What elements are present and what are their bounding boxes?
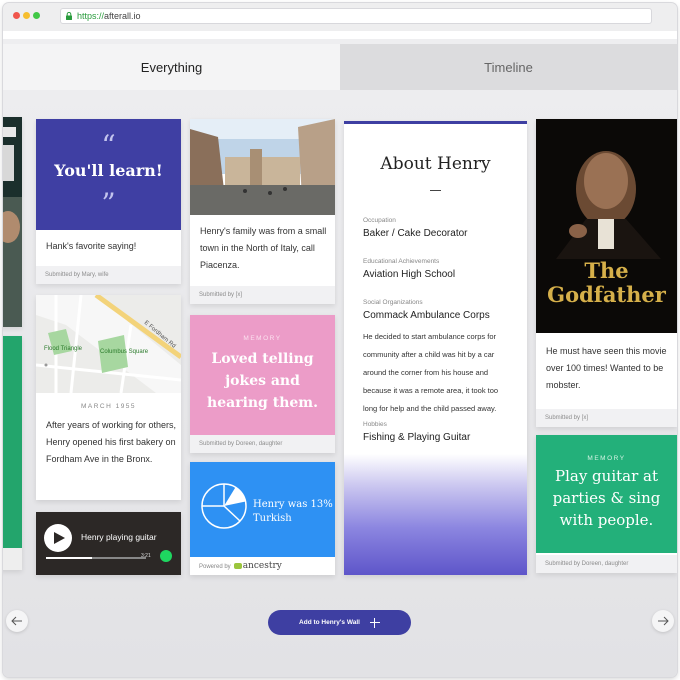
tab-timeline[interactable]: Timeline — [340, 44, 677, 90]
spotify-logo-icon — [160, 550, 172, 562]
movie-card[interactable]: The Godfather He must have seen this mov… — [536, 119, 677, 427]
memory-text: Loved telling jokes and hearing them. — [207, 351, 318, 411]
partial-card-footer — [3, 548, 22, 570]
play-icon — [54, 532, 65, 544]
progress-fill — [46, 557, 92, 559]
photo-memory-card[interactable]: Henry's family was from a small town in … — [190, 119, 335, 304]
open-quote-icon: “ — [101, 129, 116, 162]
submitted-by: Submitted by [x] — [190, 286, 335, 304]
map-label-columbus: Columbus Square — [100, 349, 149, 355]
hobbies-value: Fishing & Playing Guitar — [363, 432, 471, 443]
ancestry-text: Henry was 13% Turkish — [253, 499, 333, 524]
memory-panel: MEMORY Loved telling jokes and hearing t… — [190, 315, 335, 435]
about-story: He decided to start ambulance corps for … — [363, 332, 499, 413]
memory-label: MEMORY — [243, 335, 282, 342]
spotify-card[interactable]: Henry playing guitar 3:21 — [36, 512, 181, 575]
map-label-flood: Flood Triangle — [44, 346, 83, 352]
photo-caption: Henry's family was from a small town in … — [200, 226, 327, 270]
memory-label: MEMORY — [587, 455, 626, 462]
about-card[interactable]: About Henry Occupation Baker / Cake Deco… — [344, 121, 527, 575]
plus-icon — [369, 617, 380, 628]
map-labels: Flood Triangle Columbus Square E Fordham… — [44, 320, 177, 355]
add-to-wall-button[interactable]: Add to Henry's Wall — [268, 610, 411, 635]
track-title: Henry playing guitar — [81, 532, 157, 542]
browser-window: https://afterall.io Everything Timeline … — [3, 3, 677, 677]
occupation-value: Baker / Cake Decorator — [363, 228, 468, 239]
ancestry-pie-slice — [224, 487, 246, 506]
memory-text: After years of working for others, Henry… — [46, 420, 177, 464]
browser-chrome: https://afterall.io — [3, 3, 677, 31]
quote-text: You'll learn! — [54, 161, 163, 180]
title-divider — [430, 190, 441, 191]
url-host: afterall.io — [104, 11, 141, 21]
watercolor-decoration — [344, 454, 527, 575]
powered-by-label: Powered by — [199, 564, 231, 570]
occupation-label: Occupation — [363, 217, 396, 224]
previous-button[interactable] — [6, 610, 28, 632]
ancestry-leaf-icon — [233, 563, 242, 570]
map-label-fordham: E Fordham Rd — [143, 320, 177, 350]
minimize-window-button[interactable] — [23, 12, 30, 19]
piacenza-photo — [190, 119, 335, 215]
address-bar[interactable]: https://afterall.io — [60, 8, 652, 24]
map-memory-card[interactable]: Flood Triangle Columbus Square E Fordham… — [36, 295, 181, 500]
maximize-window-button[interactable] — [33, 12, 40, 19]
about-title: About Henry — [380, 154, 491, 174]
memory-panel: MEMORY Play guitar at parties & sing wit… — [536, 435, 677, 553]
chrome-divider — [3, 31, 677, 39]
quote-panel: “ You'll learn! ” — [36, 119, 181, 230]
ancestry-pie-chart — [201, 483, 247, 529]
quote-caption: Hank's favorite saying! — [46, 241, 137, 251]
partial-movie-card[interactable] — [3, 117, 22, 327]
ancestry-panel: Henry was 13% Turkish — [190, 462, 335, 557]
memory-text: Play guitar at parties & sing with peopl… — [552, 467, 661, 529]
submitted-by: Submitted by Doreen, daughter — [536, 555, 677, 573]
quote-card[interactable]: “ You'll learn! ” Hank's favorite saying… — [36, 119, 181, 284]
memory-card-jokes[interactable]: MEMORY Loved telling jokes and hearing t… — [190, 315, 335, 453]
poster-title-the: The — [584, 258, 629, 283]
close-window-button[interactable] — [13, 12, 20, 19]
close-quote-icon: ” — [101, 187, 116, 220]
next-button[interactable] — [652, 610, 674, 632]
ancestry-card[interactable]: Henry was 13% Turkish Powered by ancestry — [190, 462, 335, 575]
submitted-by: Submitted by Mary, wife — [36, 266, 181, 284]
arrow-left-icon — [11, 616, 22, 626]
memory-date: MARCH 1955 — [80, 403, 137, 410]
movie-caption: He must have seen this movie over 100 ti… — [546, 346, 667, 390]
organizations-value: Commack Ambulance Corps — [363, 310, 490, 321]
ancestry-footer: Powered by ancestry — [190, 557, 335, 575]
url-scheme: https:// — [77, 11, 105, 21]
submitted-by: Submitted by [x] — [536, 409, 677, 427]
ancestry-brand: ancestry — [242, 561, 282, 571]
tab-everything[interactable]: Everything — [3, 44, 340, 90]
submitted-by: Submitted by Doreen, daughter — [190, 435, 335, 453]
lock-icon — [66, 12, 72, 20]
play-button[interactable] — [44, 524, 72, 552]
hobbies-label: Hobbies — [363, 421, 387, 428]
add-to-wall-label: Add to Henry's Wall — [299, 619, 360, 626]
arrow-right-icon — [658, 616, 669, 626]
memorial-page: Everything Timeline “ You'll learn! ” Ha… — [3, 39, 677, 677]
poster-title: The Godfather — [536, 259, 677, 307]
poster-title-godfather: Godfather — [547, 282, 666, 307]
organizations-label: Social Organizations — [363, 299, 423, 306]
movie-poster: The Godfather — [536, 119, 677, 333]
movie-poster-fragment — [3, 117, 22, 327]
progress-bar[interactable] — [46, 557, 146, 559]
tab-bar: Everything Timeline — [3, 44, 677, 90]
education-label: Educational Achievements — [363, 258, 440, 265]
memory-card-guitar[interactable]: MEMORY Play guitar at parties & sing wit… — [536, 435, 677, 573]
partial-green-card[interactable] — [3, 336, 22, 570]
track-time: 3:21 — [141, 553, 151, 559]
education-value: Aviation High School — [363, 269, 456, 280]
